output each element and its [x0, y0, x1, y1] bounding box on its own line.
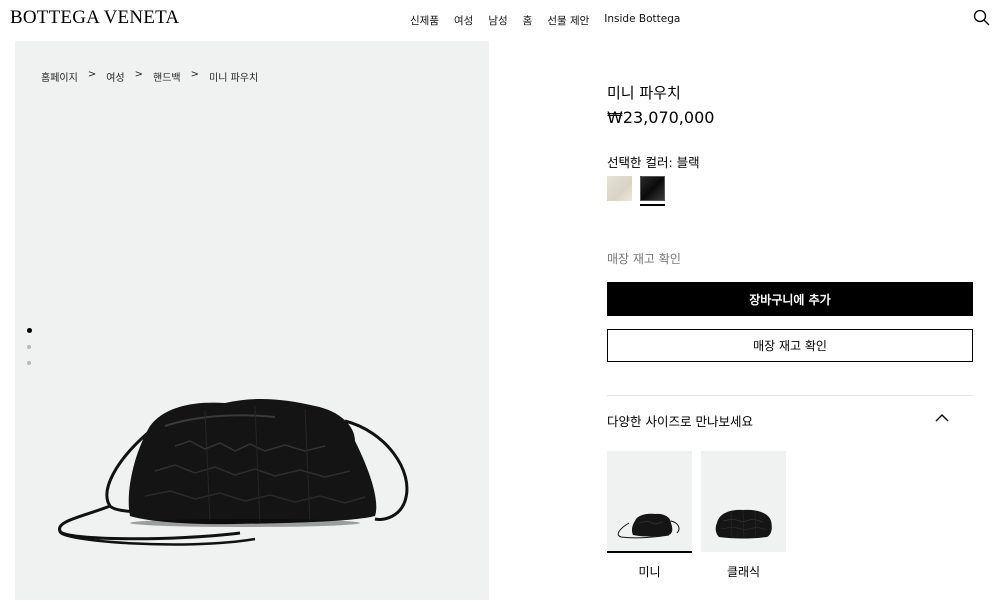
- selected-size-indicator: [607, 551, 692, 553]
- size-option-mini[interactable]: [607, 451, 692, 552]
- breadcrumb-separator: >: [134, 69, 143, 80]
- chevron-up-icon[interactable]: [934, 410, 950, 424]
- product-gallery: 홈페이지 > 여성 > 핸드백 > 미니 파우치: [15, 41, 489, 600]
- section-divider: [607, 395, 973, 396]
- size-label-mini[interactable]: 미니: [607, 563, 692, 580]
- nav-item-inside-bottega[interactable]: Inside Bottega: [604, 13, 680, 28]
- color-swatch-black[interactable]: [640, 176, 665, 201]
- gallery-dot-3[interactable]: [27, 361, 31, 365]
- size-option-classic[interactable]: [701, 451, 786, 552]
- mini-pouch-thumbnail: [617, 513, 680, 539]
- brand-logo[interactable]: BOTTEGA VENETA: [10, 7, 179, 29]
- gallery-pagination: [27, 328, 32, 377]
- classic-pouch-thumbnail: [715, 509, 772, 539]
- search-icon[interactable]: [972, 8, 992, 28]
- size-label-classic[interactable]: 클래식: [701, 563, 786, 580]
- product-price: ₩23,070,000: [607, 108, 715, 127]
- nav-item-gifts[interactable]: 선물 제안: [547, 13, 589, 28]
- gallery-dot-1[interactable]: [27, 328, 32, 333]
- nav-item-home[interactable]: 홈: [523, 13, 533, 28]
- breadcrumb-handbags[interactable]: 핸드백: [153, 69, 181, 84]
- store-stock-link[interactable]: 매장 재고 확인: [607, 250, 681, 267]
- color-swatch-cream[interactable]: [607, 176, 632, 201]
- breadcrumb: 홈페이지 > 여성 > 핸드백 > 미니 파우치: [41, 69, 258, 84]
- nav-item-new[interactable]: 신제품: [410, 13, 439, 28]
- sizes-section-title: 다양한 사이즈로 만나보세요: [607, 414, 753, 429]
- product-image-pouch: [58, 399, 409, 546]
- selected-color-label: 선택한 컬러: 블랙: [607, 155, 700, 170]
- breadcrumb-separator: >: [87, 69, 97, 80]
- product-name: 미니 파우치: [607, 84, 681, 102]
- selected-swatch-indicator: [640, 204, 665, 206]
- breadcrumb-home[interactable]: 홈페이지: [41, 69, 78, 84]
- breadcrumb-separator: >: [190, 69, 199, 80]
- add-to-cart-button[interactable]: 장바구니에 추가: [607, 282, 973, 316]
- site-header: BOTTEGA VENETA 신제품 여성 남성 홈 선물 제안 Inside …: [0, 0, 1000, 40]
- nav-item-women[interactable]: 여성: [454, 13, 473, 28]
- breadcrumb-women[interactable]: 여성: [106, 69, 124, 84]
- check-store-stock-button[interactable]: 매장 재고 확인: [607, 329, 973, 362]
- nav-item-men[interactable]: 남성: [488, 13, 507, 28]
- main-nav: 신제품 여성 남성 홈 선물 제안 Inside Bottega: [410, 13, 695, 28]
- gallery-dot-2[interactable]: [27, 345, 31, 349]
- breadcrumb-current: 미니 파우치: [209, 73, 259, 84]
